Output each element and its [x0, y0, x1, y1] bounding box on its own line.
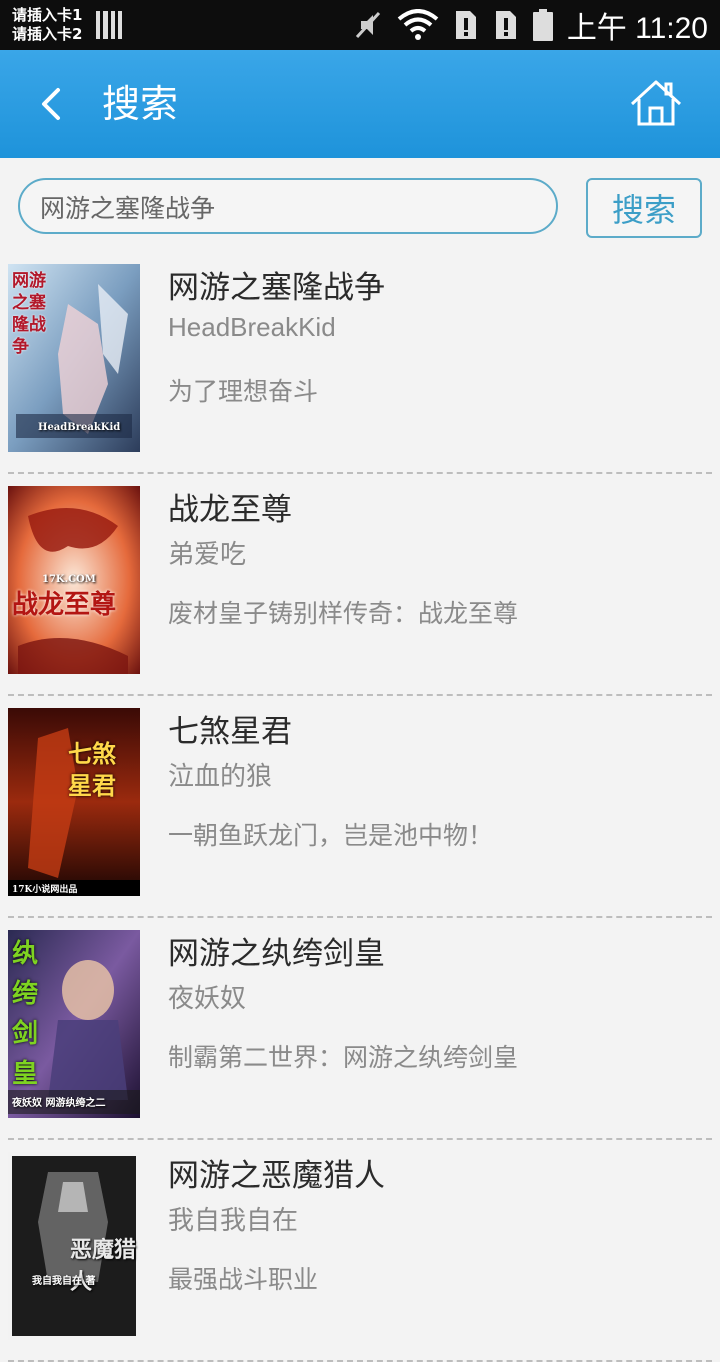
search-button[interactable]: 搜索	[586, 178, 702, 238]
cover-subtitle: 夜妖奴 网游纨绔之二	[12, 1098, 106, 1109]
book-description: 最强战斗职业	[168, 1265, 319, 1294]
sim2-alert-icon	[495, 11, 516, 39]
book-author: 我自我自在	[168, 1205, 299, 1235]
book-title: 网游之塞隆战争	[168, 270, 385, 306]
search-input[interactable]	[38, 180, 542, 234]
book-title: 七煞星君	[168, 714, 292, 750]
book-author: HeadBreakKid	[168, 312, 336, 342]
book-description: 为了理想奋斗	[168, 377, 319, 406]
chevron-left-icon[interactable]	[30, 80, 74, 128]
book-author: 泣血的狼	[168, 761, 273, 791]
home-icon[interactable]	[628, 76, 684, 132]
cover-title: 网游之塞隆战争	[12, 271, 46, 357]
search-field	[18, 178, 558, 234]
list-item[interactable]: 七煞星君 17K小说网出品 七煞星君 泣血的狼 一朝鱼跃龙门，岂是池中物！	[8, 696, 712, 918]
cover-subtitle: 17K.COM	[42, 574, 96, 585]
book-cover: 纨绔剑皇 夜妖奴 网游纨绔之二	[8, 930, 140, 1118]
book-author: 夜妖奴	[168, 983, 247, 1013]
book-description: 废材皇子铸别样传奇：战龙至尊	[168, 599, 519, 628]
list-item[interactable]: 网游之塞隆战争 HeadBreakKid 网游之塞隆战争 HeadBreakKi…	[8, 252, 712, 474]
book-author: 弟爱吃	[168, 539, 247, 569]
battery-icon	[532, 9, 553, 41]
cover-title: 七煞星君	[68, 739, 116, 800]
sim1-alert-icon	[455, 11, 476, 39]
book-title: 战龙至尊	[168, 492, 292, 528]
book-cover: 战龙至尊 17K.COM	[8, 486, 140, 674]
book-title: 网游之纨绔剑皇	[168, 936, 385, 972]
book-description: 一朝鱼跃龙门，岂是池中物！	[168, 821, 494, 850]
result-list: 网游之塞隆战争 HeadBreakKid 网游之塞隆战争 HeadBreakKi…	[0, 252, 720, 1362]
list-item[interactable]: 纨绔剑皇 夜妖奴 网游纨绔之二 网游之纨绔剑皇 夜妖奴 制霸第二世界：网游之纨绔…	[8, 918, 712, 1140]
status-bar: 请插入卡1 请插入卡2 上午 11:20	[0, 0, 720, 50]
sim-signal-icon	[96, 11, 122, 39]
page-title: 搜索	[102, 82, 179, 126]
cover-title: 战龙至尊	[12, 590, 117, 620]
mute-icon	[355, 11, 380, 39]
list-item[interactable]: 战龙至尊 17K.COM 战龙至尊 弟爱吃 废材皇子铸别样传奇：战龙至尊	[8, 474, 712, 696]
book-cover: 网游之塞隆战争 HeadBreakKid	[8, 264, 140, 452]
book-cover: 恶魔猎人 我自我自在 著	[8, 1152, 140, 1340]
sim2-label: 请插入卡2	[12, 25, 83, 43]
book-cover: 七煞星君 17K小说网出品	[8, 708, 140, 896]
cover-subtitle: 17K小说网出品	[12, 885, 78, 895]
book-description: 制霸第二世界：网游之纨绔剑皇	[168, 1043, 519, 1072]
list-item[interactable]: 恶魔猎人 我自我自在 著 网游之恶魔猎人 我自我自在 最强战斗职业	[8, 1140, 712, 1362]
cover-subtitle: HeadBreakKid	[38, 422, 121, 433]
book-title: 网游之恶魔猎人	[168, 1158, 385, 1194]
sim-status: 请插入卡1 请插入卡2	[12, 6, 82, 44]
clock: 上午 11:20	[566, 12, 708, 45]
cover-title: 纨绔剑皇	[12, 939, 39, 1089]
wifi-icon	[397, 9, 439, 40]
sim1-label: 请插入卡1	[12, 6, 83, 24]
app-bar: 搜索	[0, 50, 720, 158]
